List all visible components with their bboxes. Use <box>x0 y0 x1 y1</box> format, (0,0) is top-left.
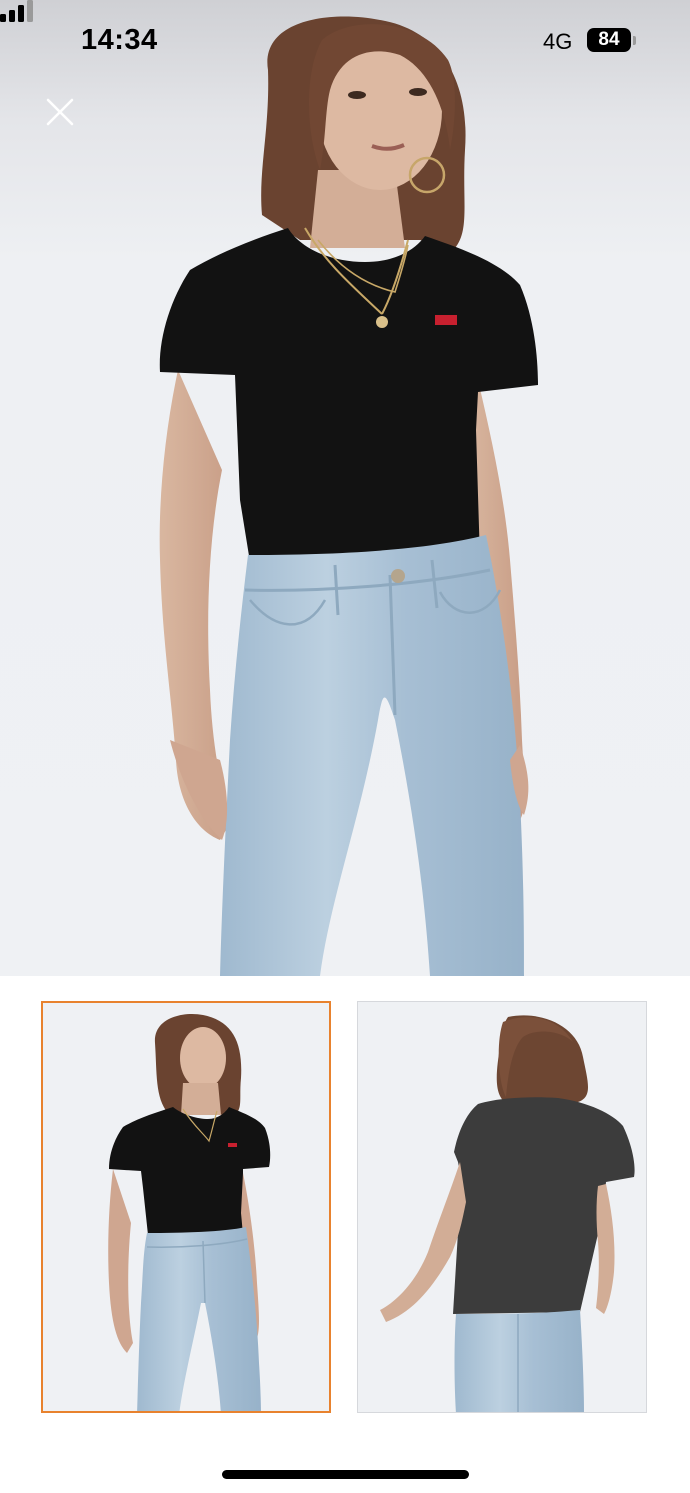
battery-icon: 84 <box>587 28 637 54</box>
main-product-image[interactable]: 14:34 4G 84 <box>0 0 690 976</box>
network-type: 4G <box>543 29 573 54</box>
model-front-illustration <box>159 16 538 976</box>
thumbnail-front-image <box>108 1013 271 1411</box>
close-icon <box>46 98 74 126</box>
battery-cap <box>633 36 636 45</box>
thumbnail-back-image <box>380 1015 635 1412</box>
signal-bars-icon <box>0 0 33 22</box>
battery-level: 84 <box>598 29 620 50</box>
close-button[interactable] <box>34 86 86 138</box>
status-bar: 14:34 4G 84 <box>0 0 690 84</box>
status-time: 14:34 <box>81 24 158 56</box>
home-indicator[interactable] <box>222 1470 469 1479</box>
image-viewer-screen: 14:34 4G 84 <box>0 0 690 1493</box>
thumbnail-front-selected[interactable] <box>41 1001 331 1413</box>
thumbnail-back[interactable] <box>357 1001 647 1413</box>
